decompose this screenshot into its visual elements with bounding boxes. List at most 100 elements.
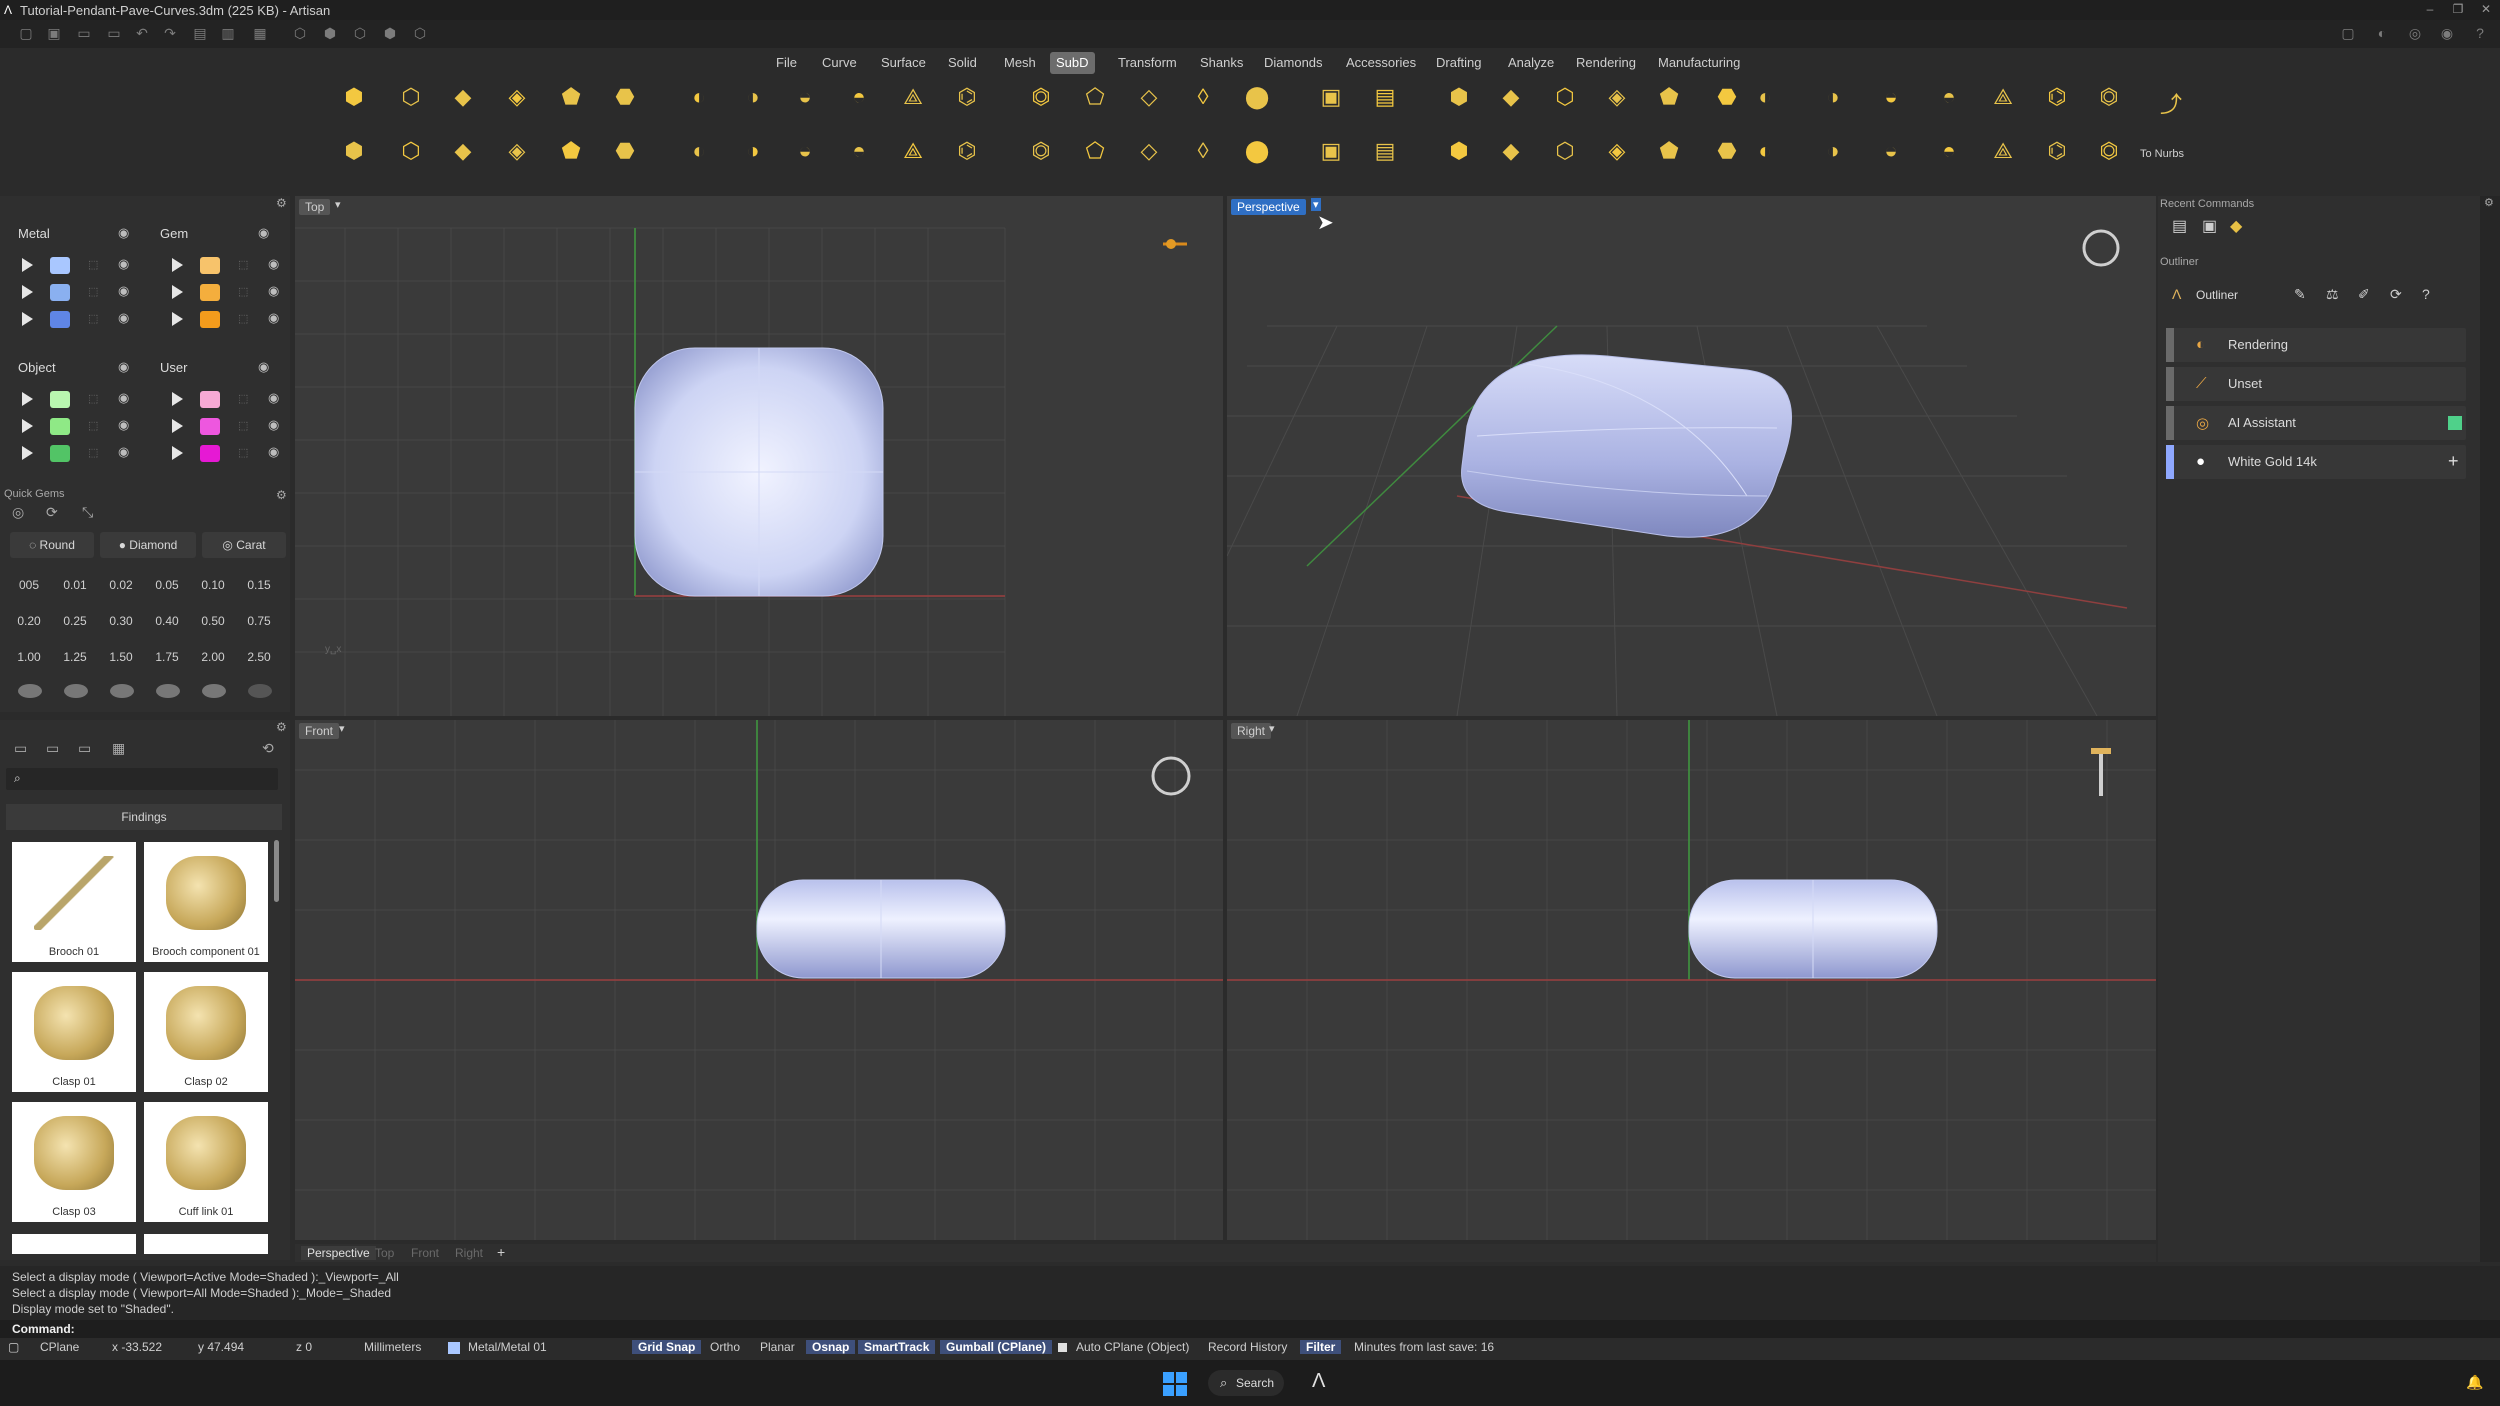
chevron-down-icon[interactable]: ▾ bbox=[335, 198, 341, 211]
menu-subd[interactable]: SubD bbox=[1050, 52, 1095, 74]
gem-size-option[interactable]: 0.20 bbox=[8, 614, 50, 628]
toolbar-tool-33-icon[interactable]: ⬢ bbox=[335, 132, 373, 170]
layer-expand-icon[interactable] bbox=[172, 312, 183, 326]
lock-icon[interactable]: ⬚ bbox=[88, 419, 98, 432]
gem-shape-option-icon[interactable] bbox=[64, 684, 88, 698]
record-history-toggle[interactable]: Record History bbox=[1208, 1340, 1287, 1354]
gem-size-option[interactable]: 0.01 bbox=[54, 578, 96, 592]
menu-mesh[interactable]: Mesh bbox=[998, 52, 1042, 74]
recent-cmd-2-icon[interactable]: ▣ bbox=[2202, 216, 2217, 236]
gem-shape-select[interactable]: ◌ Round bbox=[10, 532, 94, 558]
layer-group-gem[interactable]: Gem bbox=[160, 226, 188, 241]
gem-shape-option-icon[interactable] bbox=[248, 684, 272, 698]
toolbar-tool-40-icon[interactable]: ◑ bbox=[734, 132, 772, 170]
eye-icon[interactable]: ◉ bbox=[118, 283, 129, 299]
viewport-front[interactable]: Front ▾ bbox=[295, 720, 1223, 1240]
toolbar-tool-26-icon[interactable]: ◐ bbox=[1746, 78, 1784, 116]
gem-shape-option-icon[interactable] bbox=[156, 684, 180, 698]
layer-expand-icon[interactable] bbox=[172, 285, 183, 299]
gem-size-option[interactable]: 1.75 bbox=[146, 650, 188, 664]
library-search-input[interactable] bbox=[32, 770, 272, 788]
library-search[interactable]: ⌕ bbox=[6, 768, 278, 790]
toolbar-tool-23-icon[interactable]: ◈ bbox=[1598, 78, 1636, 116]
gumball-toggle[interactable]: Gumball (CPlane) bbox=[940, 1340, 1053, 1354]
layer-group-user[interactable]: User bbox=[160, 360, 187, 375]
layer-expand-icon[interactable] bbox=[172, 446, 183, 460]
toolbar-tool-17-icon[interactable]: ⬤ bbox=[1238, 78, 1276, 116]
new-template-icon[interactable]: ▣ bbox=[44, 25, 64, 43]
layer-color-swatch[interactable] bbox=[200, 391, 220, 408]
layer-expand-icon[interactable] bbox=[172, 258, 183, 272]
auto-cplane-checkbox[interactable] bbox=[1058, 1343, 1067, 1352]
eye-icon[interactable]: ◉ bbox=[268, 283, 279, 299]
chevron-down-icon[interactable]: ▾ bbox=[339, 722, 345, 735]
toolbar-tool-41-icon[interactable]: ◒ bbox=[786, 132, 824, 170]
export-icon[interactable]: ▦ bbox=[250, 25, 270, 43]
menu-analyze[interactable]: Analyze bbox=[1502, 52, 1560, 74]
toolbar-tool-11-icon[interactable]: ⟁ bbox=[894, 78, 932, 116]
gem-size-option[interactable]: 0.05 bbox=[146, 578, 188, 592]
layer-expand-icon[interactable] bbox=[22, 419, 33, 433]
gem-size-option[interactable]: 1.25 bbox=[54, 650, 96, 664]
gem-size-option[interactable]: 005 bbox=[8, 578, 50, 592]
toolbar-tool-45-icon[interactable]: ⏣ bbox=[1022, 132, 1060, 170]
lock-icon[interactable]: ⬚ bbox=[88, 392, 98, 405]
tab-front[interactable]: Front bbox=[411, 1246, 439, 1260]
help-icon[interactable]: ? bbox=[2422, 286, 2430, 302]
ortho-toggle[interactable]: Ortho bbox=[710, 1340, 740, 1354]
eye-icon[interactable]: ◉ bbox=[258, 225, 269, 241]
gem-size-option[interactable]: 0.75 bbox=[238, 614, 280, 628]
outliner-row[interactable]: ◐ Rendering bbox=[2166, 328, 2466, 362]
eye-icon[interactable]: ◉ bbox=[268, 256, 279, 272]
library-item[interactable] bbox=[144, 1234, 268, 1254]
layer-group-object[interactable]: Object bbox=[18, 360, 56, 375]
eye-icon[interactable]: ◉ bbox=[268, 310, 279, 326]
layer-color-swatch[interactable] bbox=[50, 391, 70, 408]
auto-cplane-toggle[interactable]: Auto CPlane (Object) bbox=[1076, 1340, 1189, 1354]
gem-pick-icon[interactable]: ⤡ bbox=[82, 504, 93, 521]
library-item[interactable]: Brooch component 01 bbox=[144, 842, 268, 962]
library-category-select[interactable]: Findings bbox=[6, 804, 282, 830]
toolbar-tool-3-icon[interactable]: ◆ bbox=[444, 78, 482, 116]
toolbar-tool-8-icon[interactable]: ◑ bbox=[734, 78, 772, 116]
save-as-icon[interactable]: ▥ bbox=[218, 25, 238, 43]
refresh-icon[interactable]: ⟳ bbox=[2390, 286, 2402, 303]
layer-expand-icon[interactable] bbox=[172, 392, 183, 406]
toolbar-tool-9-icon[interactable]: ◒ bbox=[786, 78, 824, 116]
toolbar-tool-52-icon[interactable]: ⬢ bbox=[1440, 132, 1478, 170]
open-folder-icon[interactable]: ▭ bbox=[104, 25, 124, 43]
dock-settings-icon[interactable]: ⚙ bbox=[2484, 196, 2494, 209]
viewport-perspective[interactable]: Perspective ▾ ➤ bbox=[1227, 196, 2156, 716]
eye-icon[interactable]: ◉ bbox=[118, 417, 129, 433]
toolbar-tool-18-icon[interactable]: ▣ bbox=[1312, 78, 1350, 116]
menu-diamonds[interactable]: Diamonds bbox=[1258, 52, 1329, 74]
toolbar-tool-32-icon[interactable]: ⏣ bbox=[2090, 78, 2128, 116]
panel-icon-1[interactable]: ▢ bbox=[2338, 25, 2358, 43]
layer-group-metal[interactable]: Metal bbox=[18, 226, 50, 241]
toolbar-tool-53-icon[interactable]: ◆ bbox=[1492, 132, 1530, 170]
menu-surface[interactable]: Surface bbox=[875, 52, 932, 74]
tool-d-icon[interactable]: ⬢ bbox=[380, 25, 400, 43]
library-settings-icon[interactable]: ⚙ bbox=[276, 720, 287, 734]
toolbar-tool-20-icon[interactable]: ⬢ bbox=[1440, 78, 1478, 116]
library-item[interactable]: Cuff link 01 bbox=[144, 1102, 268, 1222]
menu-accessories[interactable]: Accessories bbox=[1340, 52, 1422, 74]
grid-view-icon[interactable]: ▦ bbox=[112, 740, 125, 757]
refresh-icon[interactable]: ⟲ bbox=[262, 740, 274, 757]
gem-cut-select[interactable]: ● Diamond bbox=[100, 532, 196, 558]
eye-icon[interactable]: ◉ bbox=[118, 310, 129, 326]
menu-file[interactable]: File bbox=[770, 52, 803, 74]
toolbar-tool-51-icon[interactable]: ▤ bbox=[1366, 132, 1404, 170]
filter-icon[interactable]: ⚖ bbox=[2326, 286, 2339, 303]
gem-size-option[interactable]: 0.40 bbox=[146, 614, 188, 628]
toolbar-tool-29-icon[interactable]: ◓ bbox=[1930, 78, 1968, 116]
gem-rotate-icon[interactable]: ⟳ bbox=[46, 504, 58, 521]
eye-icon[interactable]: ◉ bbox=[268, 390, 279, 406]
toolbar-tool-49-icon[interactable]: ⬤ bbox=[1238, 132, 1276, 170]
layer-expand-icon[interactable] bbox=[172, 419, 183, 433]
layer-expand-icon[interactable] bbox=[22, 312, 33, 326]
outliner-row[interactable]: ◎ AI Assistant bbox=[2166, 406, 2466, 440]
planar-toggle[interactable]: Planar bbox=[760, 1340, 795, 1354]
toolbar-tool-60-icon[interactable]: ◒ bbox=[1872, 132, 1910, 170]
layer-expand-icon[interactable] bbox=[22, 258, 33, 272]
